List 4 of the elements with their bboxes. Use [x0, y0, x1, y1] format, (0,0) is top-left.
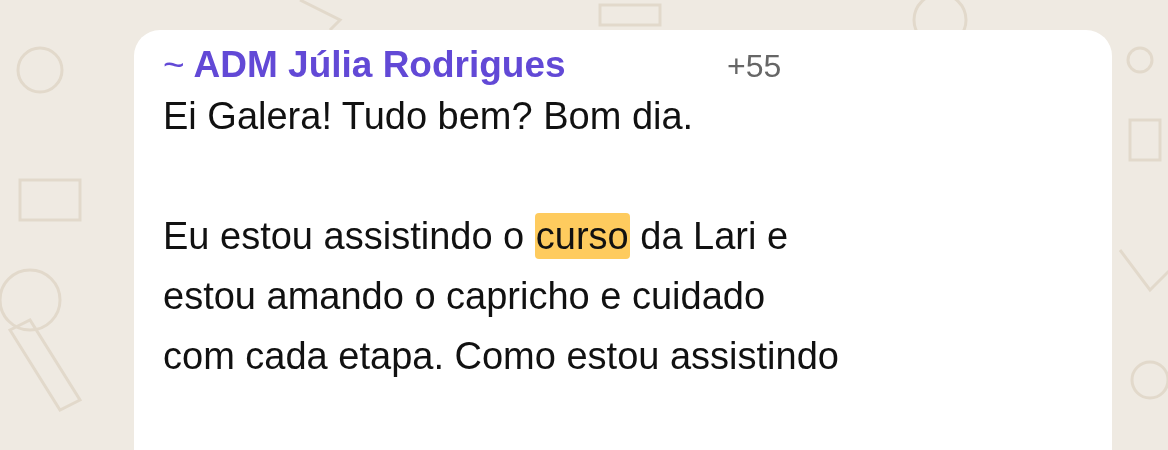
message-text: Ei Galera! Tudo bem? Bom dia.	[163, 94, 695, 139]
sender-name[interactable]: ~ ADM Júlia Rodrigues	[163, 44, 723, 86]
sender-phone: +55	[727, 48, 782, 85]
message-text: Eu estou assistindo o curso da Lari e estou amando o capricho e cuidado com cada etapa. Como estou assistindo	[163, 212, 840, 379]
